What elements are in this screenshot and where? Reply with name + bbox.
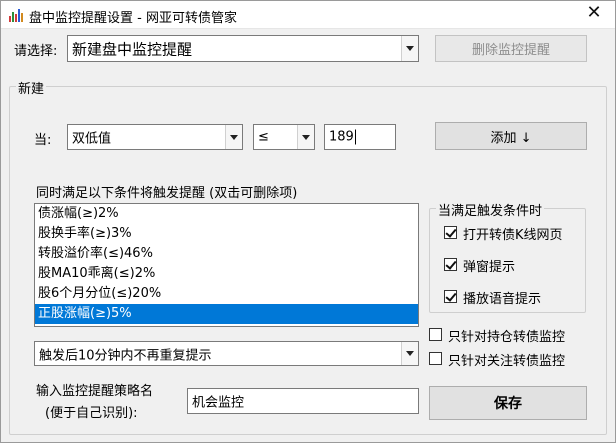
popup-checkbox[interactable]	[444, 258, 457, 271]
app-chart-icon	[9, 9, 23, 22]
strategy-name-input[interactable]: 机会监控	[187, 388, 419, 414]
operator-select[interactable]: ≤	[253, 124, 315, 150]
threshold-input[interactable]: 189	[324, 124, 396, 150]
voice-label: 播放语音提示	[463, 292, 542, 307]
save-button[interactable]: 保存	[429, 386, 587, 420]
popup-label: 弹窗提示	[463, 260, 516, 275]
operator-select-dropdown[interactable]	[297, 125, 314, 149]
watchlist-only-label: 只针对关注转债监控	[448, 354, 566, 369]
chevron-down-icon	[406, 351, 414, 356]
reminder-select-value: 新建盘中监控提醒	[72, 40, 193, 58]
list-item[interactable]: 股换手率(≥)3%	[35, 224, 418, 244]
text-caret	[354, 129, 356, 145]
repeat-select[interactable]: 触发后10分钟内不再重复提示	[34, 341, 419, 366]
chevron-down-icon	[230, 134, 238, 140]
strategy-name-label: 输入监控提醒策略名	[36, 384, 154, 399]
field-select-value: 双低值	[72, 131, 112, 147]
conditions-heading: 同时满足以下条件将触发提醒 (双击可删除项)	[36, 186, 298, 201]
select-label: 请选择:	[14, 44, 58, 59]
chevron-down-icon	[302, 134, 310, 140]
list-item[interactable]: 股6个月分位(≤)20%	[35, 284, 418, 304]
list-item[interactable]: 股MA10乖离(≤)2%	[35, 264, 418, 284]
repeat-select-dropdown[interactable]	[401, 342, 418, 365]
conditions-list[interactable]: 债涨幅(≥)2% 股换手率(≥)3% 转股溢价率(≤)46% 股MA10乖离(≤…	[34, 203, 419, 327]
open-kline-label: 打开转债K线网页	[463, 228, 563, 243]
holdings-only-label: 只针对持仓转债监控	[448, 330, 566, 345]
delete-reminder-button[interactable]: 删除监控提醒	[435, 35, 587, 62]
close-button[interactable]: ✕	[579, 3, 609, 25]
watchlist-only-checkbox[interactable]	[429, 352, 442, 365]
new-group-legend: 新建	[16, 78, 47, 97]
settings-window: 盘中监控提醒设置 - 网亚可转债管家 ✕ 请选择: 新建盘中监控提醒 删除监控提…	[0, 0, 616, 443]
list-item[interactable]: 转股溢价率(≤)46%	[35, 244, 418, 264]
when-label: 当:	[34, 133, 52, 148]
voice-checkbox[interactable]	[444, 290, 457, 303]
window-title: 盘中监控提醒设置 - 网亚可转债管家	[29, 11, 237, 26]
field-select-dropdown[interactable]	[225, 125, 242, 149]
open-kline-checkbox[interactable]	[444, 226, 457, 239]
close-icon: ✕	[586, 2, 602, 23]
field-select[interactable]: 双低值	[67, 124, 243, 150]
strategy-name-value: 机会监控	[192, 395, 245, 411]
strategy-name-hint: (便于自己识别):	[45, 406, 138, 421]
threshold-value: 189	[329, 129, 354, 145]
operator-select-value: ≤	[258, 129, 269, 145]
list-item-selected[interactable]: 正股涨幅(≥)5%	[35, 304, 418, 324]
repeat-select-value: 触发后10分钟内不再重复提示	[39, 348, 212, 363]
chevron-down-icon	[406, 46, 414, 51]
add-condition-button[interactable]: 添加 ↓	[435, 122, 587, 150]
trigger-group-legend: 当满足触发条件时	[436, 200, 545, 219]
reminder-select[interactable]: 新建盘中监控提醒	[67, 35, 419, 62]
list-item[interactable]: 债涨幅(≥)2%	[35, 204, 418, 224]
holdings-only-checkbox[interactable]	[429, 328, 442, 341]
reminder-select-dropdown[interactable]	[401, 36, 418, 61]
title-bar[interactable]: 盘中监控提醒设置 - 网亚可转债管家 ✕	[1, 1, 615, 29]
